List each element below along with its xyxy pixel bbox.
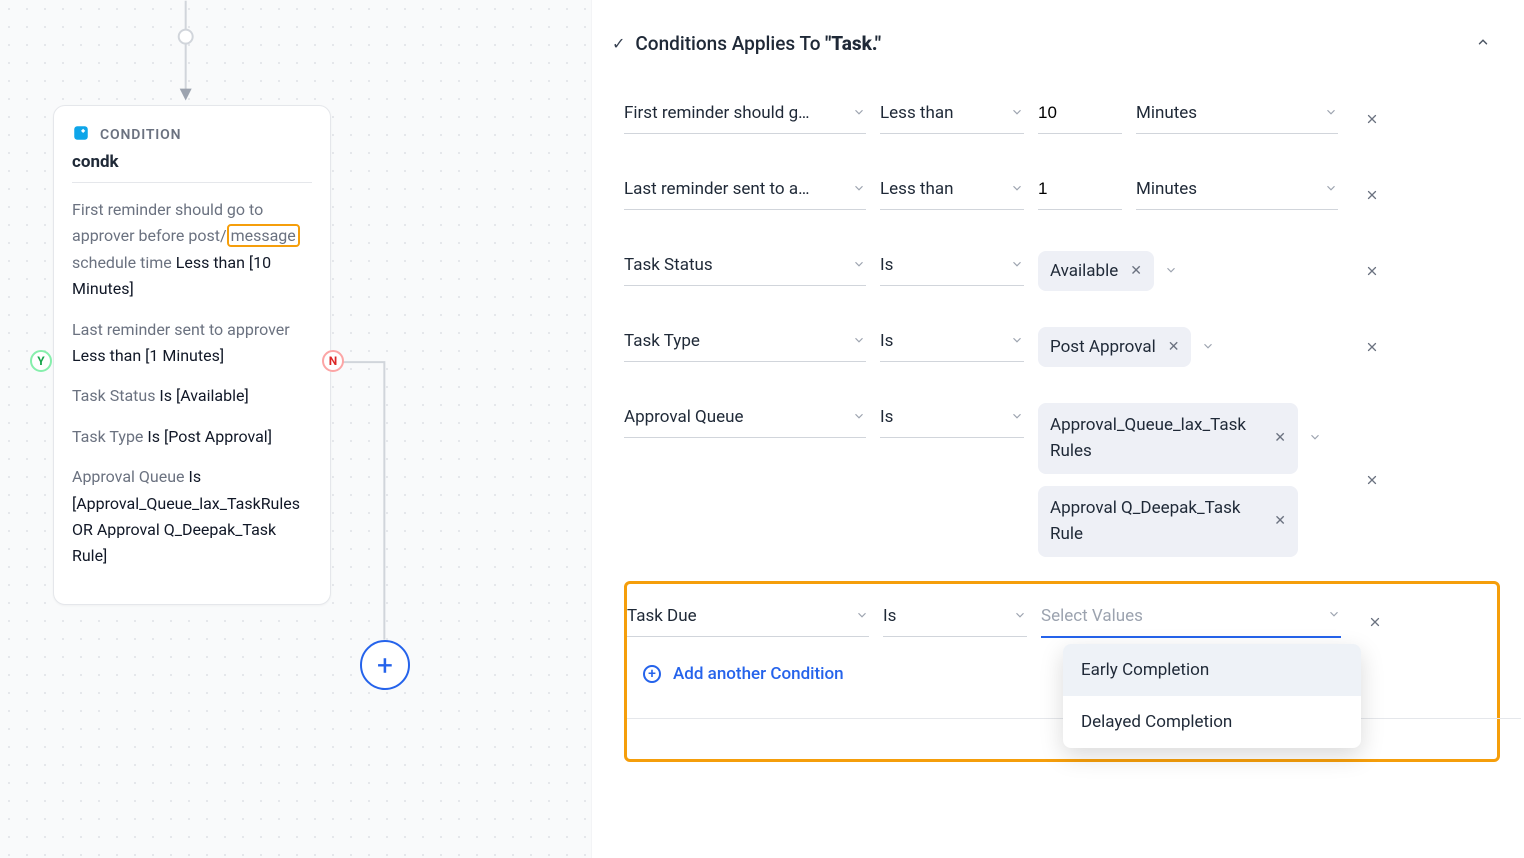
value-chip[interactable]: Approval Q_Deepak_Task Rule ✕ <box>1038 486 1298 557</box>
add-condition-button[interactable]: + Add another Condition <box>627 664 1497 684</box>
workflow-canvas[interactable]: CONDITION condk First reminder should go… <box>0 0 592 858</box>
field-select[interactable]: Last reminder sent to a… <box>624 175 866 210</box>
field-select[interactable]: Task Type <box>624 327 866 362</box>
operator-select[interactable]: Is <box>880 251 1024 286</box>
node-conditions-summary: First reminder should go to approver bef… <box>72 197 312 570</box>
field-label: Task Status <box>624 255 713 275</box>
value-number-input[interactable] <box>1038 99 1122 134</box>
chip-add-icon[interactable] <box>1308 429 1322 448</box>
node-type-label: CONDITION <box>100 127 181 143</box>
unit-label: Minutes <box>1136 103 1197 123</box>
branch-no-badge[interactable]: N <box>322 350 344 372</box>
check-icon: ✓ <box>612 34 625 53</box>
condition-node-card[interactable]: CONDITION condk First reminder should go… <box>53 105 331 605</box>
field-select[interactable]: Approval Queue <box>624 403 866 438</box>
panel-title: Conditions Applies To "Task." <box>635 32 881 55</box>
value-select[interactable]: Select Values <box>1041 602 1341 638</box>
chip-add-icon[interactable] <box>1201 338 1215 357</box>
remove-row-button[interactable] <box>1355 602 1395 642</box>
unit-select[interactable]: Minutes <box>1136 99 1338 134</box>
field-label: Task Due <box>627 606 697 626</box>
operator-select[interactable]: Less than <box>880 175 1024 210</box>
remove-row-button[interactable] <box>1352 327 1392 367</box>
plus-icon: + <box>377 649 393 682</box>
chevron-down-icon <box>1013 607 1027 626</box>
field-select[interactable]: First reminder should g… <box>624 99 866 134</box>
condition-row: Last reminder sent to a… Less than Minut… <box>624 157 1500 233</box>
chevron-down-icon <box>1010 408 1024 427</box>
add-node-button[interactable]: + <box>360 640 410 690</box>
condition-row: Task Due Is Select Values <box>627 592 1497 660</box>
value-chip[interactable]: Approval_Queue_lax_Task Rules ✕ <box>1038 403 1298 474</box>
node-title: condk <box>72 152 312 183</box>
chip-remove-icon[interactable]: ✕ <box>1274 428 1286 449</box>
operator-select[interactable]: Is <box>883 602 1027 637</box>
field-label: Task Type <box>624 331 700 351</box>
chevron-down-icon <box>1324 180 1338 199</box>
chevron-down-icon <box>1010 256 1024 275</box>
chevron-down-icon <box>1324 104 1338 123</box>
chip-add-icon[interactable] <box>1164 262 1178 281</box>
operator-label: Less than <box>880 103 954 123</box>
chip-label: Post Approval <box>1050 337 1156 357</box>
condition-icon <box>72 124 90 146</box>
conditions-panel: ✓ Conditions Applies To "Task." First re… <box>592 0 1524 858</box>
value-dropdown: Early Completion Delayed Completion <box>1063 644 1361 748</box>
condition-rows: First reminder should g… Less than Minut… <box>608 81 1500 762</box>
chevron-down-icon <box>852 408 866 427</box>
chevron-down-icon <box>1327 606 1341 626</box>
chevron-down-icon <box>852 104 866 123</box>
dropdown-item[interactable]: Delayed Completion <box>1063 696 1361 748</box>
remove-row-button[interactable] <box>1352 99 1392 139</box>
condition-row: Task Type Is Post Approval ✕ <box>624 309 1500 385</box>
unit-select[interactable]: Minutes <box>1136 175 1338 210</box>
chevron-down-icon <box>1010 104 1024 123</box>
chip-label: Available <box>1050 261 1118 281</box>
field-select[interactable]: Task Status <box>624 251 866 286</box>
field-label: Last reminder sent to a… <box>624 179 809 199</box>
operator-label: Is <box>880 255 893 275</box>
chevron-down-icon <box>852 256 866 275</box>
operator-label: Less than <box>880 179 954 199</box>
remove-row-button[interactable] <box>1352 175 1392 215</box>
collapse-icon[interactable] <box>1476 34 1490 53</box>
chevron-down-icon <box>852 332 866 351</box>
remove-row-button[interactable] <box>1352 251 1392 291</box>
operator-label: Is <box>880 331 893 351</box>
operator-label: Is <box>883 606 896 626</box>
field-label: Approval Queue <box>624 407 744 427</box>
value-number-input[interactable] <box>1038 175 1122 210</box>
value-chip[interactable]: Post Approval ✕ <box>1038 327 1191 367</box>
operator-select[interactable]: Less than <box>880 99 1024 134</box>
message-highlight: message <box>227 224 300 247</box>
operator-select[interactable]: Is <box>880 403 1024 438</box>
chevron-down-icon <box>1010 332 1024 351</box>
value-placeholder: Select Values <box>1041 606 1143 626</box>
condition-row: Approval Queue Is Approval_Queue_lax_Tas… <box>624 385 1500 575</box>
field-label: First reminder should g… <box>624 103 810 123</box>
panel-header[interactable]: ✓ Conditions Applies To "Task." <box>608 28 1500 67</box>
chevron-down-icon <box>852 180 866 199</box>
operator-select[interactable]: Is <box>880 327 1024 362</box>
chip-label: Approval Q_Deepak_Task Rule <box>1050 496 1262 547</box>
chip-remove-icon[interactable]: ✕ <box>1274 511 1286 532</box>
chip-label: Approval_Queue_lax_Task Rules <box>1050 413 1262 464</box>
dropdown-item[interactable]: Early Completion <box>1063 644 1361 696</box>
plus-circle-icon: + <box>643 665 661 683</box>
condition-row: Task Status Is Available ✕ <box>624 233 1500 309</box>
chevron-down-icon <box>855 607 869 626</box>
chip-remove-icon[interactable]: ✕ <box>1130 263 1142 279</box>
value-chip[interactable]: Available ✕ <box>1038 251 1154 291</box>
chip-remove-icon[interactable]: ✕ <box>1168 339 1180 355</box>
operator-label: Is <box>880 407 893 427</box>
condition-row: First reminder should g… Less than Minut… <box>624 81 1500 157</box>
branch-yes-badge[interactable]: Y <box>30 350 52 372</box>
field-select[interactable]: Task Due <box>627 602 869 637</box>
unit-label: Minutes <box>1136 179 1197 199</box>
task-due-highlight: Task Due Is Select Values <box>624 581 1500 762</box>
add-condition-label: Add another Condition <box>673 664 844 684</box>
remove-row-button[interactable] <box>1352 460 1392 500</box>
chevron-down-icon <box>1010 180 1024 199</box>
